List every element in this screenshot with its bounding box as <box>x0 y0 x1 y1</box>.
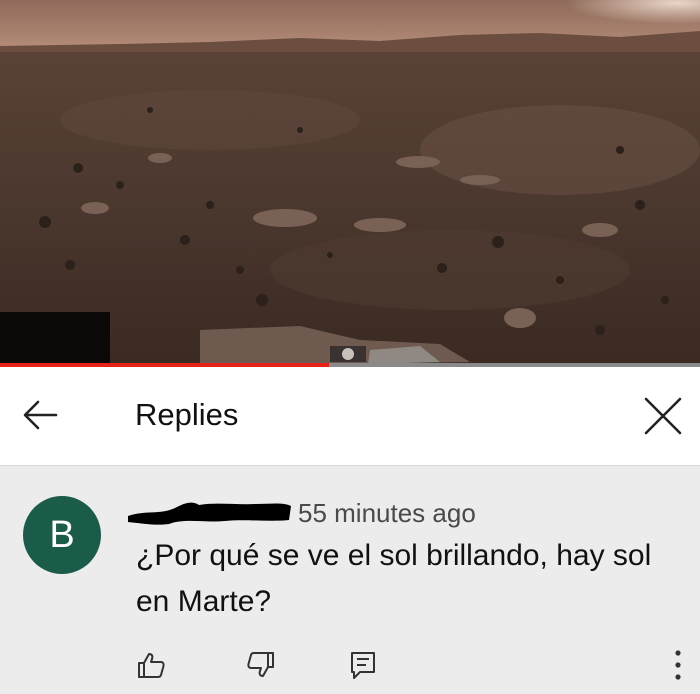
more-vertical-icon[interactable] <box>668 648 688 682</box>
comment-timestamp: 55 minutes ago <box>298 498 476 528</box>
reply-icon[interactable] <box>348 650 378 680</box>
mars-landscape-image <box>0 0 700 366</box>
close-icon[interactable] <box>640 393 686 439</box>
arrow-left-icon[interactable] <box>20 395 60 435</box>
video-player[interactable] <box>0 0 700 366</box>
avatar[interactable]: B <box>23 496 101 574</box>
page-title: Replies <box>135 397 239 432</box>
thumb-up-icon[interactable] <box>136 650 166 680</box>
replies-header: Replies <box>0 367 700 466</box>
redacted-author-name <box>128 502 291 525</box>
comment-text: ¿Por qué se ve el sol brillando, hay sol… <box>136 539 652 618</box>
thumb-down-icon[interactable] <box>246 650 276 680</box>
